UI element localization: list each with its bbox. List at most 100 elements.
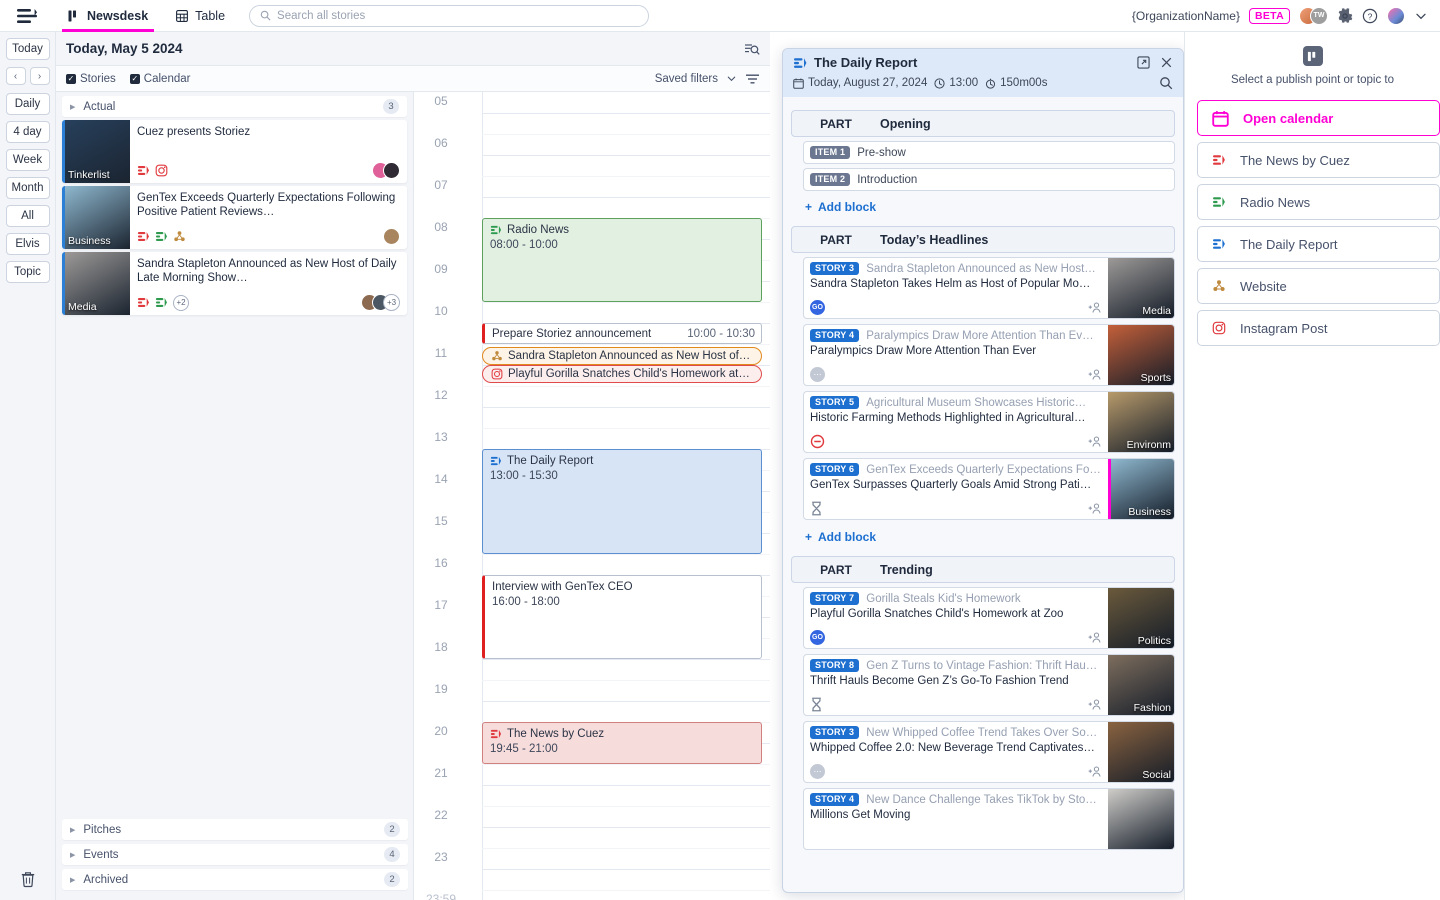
calendar-story-pill[interactable]: Sandra Stapleton Announced as New Host o…	[482, 347, 762, 366]
rundown-story-row[interactable]: STORY 3 New Whipped Coffee Trend Takes Ov…	[803, 721, 1175, 783]
tab-table[interactable]: Table	[162, 0, 239, 32]
publish-point-the-news-by-cuez[interactable]: The News by Cuez	[1197, 142, 1440, 178]
rundown-story-row[interactable]: STORY 6 GenTex Exceeds Quarterly Expectat…	[803, 458, 1175, 520]
search-input[interactable]	[277, 9, 639, 22]
rundown-story-row[interactable]: STORY 3 Sandra Stapleton Announced as New…	[803, 257, 1175, 319]
search-box[interactable]	[249, 4, 650, 27]
tab-newsdesk[interactable]: Newsdesk	[54, 0, 162, 32]
calendar-hour-label: 06	[434, 136, 448, 150]
calendar-event[interactable]: The News by Cuez 19:45 - 21:00	[482, 722, 762, 764]
add-person-icon[interactable]	[1088, 502, 1102, 515]
rundown-story-row[interactable]: STORY 5 Agricultural Museum Showcases His…	[803, 391, 1175, 453]
saved-filters-dropdown[interactable]: Saved filters	[655, 73, 718, 85]
calendar-task[interactable]: Interview with GenTex CEO 16:00 - 18:00	[482, 575, 762, 659]
add-person-icon[interactable]	[1088, 698, 1102, 711]
chevron-down-icon[interactable]	[726, 73, 737, 84]
add-block-button[interactable]: + Add block	[805, 525, 1175, 549]
collaborator-avatars[interactable]: TW	[1299, 6, 1328, 25]
calendar-event[interactable]: Radio News 08:00 - 10:00	[482, 218, 762, 302]
add-block-button[interactable]: + Add block	[805, 195, 1175, 219]
story-assignees[interactable]	[383, 228, 400, 245]
view-mode-daily[interactable]: Daily	[5, 93, 50, 115]
calendar-story-pill[interactable]: Playful Gorilla Snatches Child's Homewor…	[482, 365, 762, 383]
chevron-down-icon[interactable]	[1414, 9, 1428, 23]
view-mode-elvis[interactable]: Elvis	[5, 233, 50, 255]
rundown-story-main: STORY 4 Paralympics Draw More Attention T…	[804, 325, 1108, 385]
add-person-icon[interactable]	[1088, 368, 1102, 381]
filter-bar-right: Saved filters	[655, 73, 760, 85]
publish-point-the-daily-report[interactable]: The Daily Report	[1197, 226, 1440, 262]
filter-stories-checkbox[interactable]: ✓ Stories	[66, 73, 116, 85]
view-mode-week[interactable]: Week	[5, 149, 50, 171]
publish-point-label: Radio News	[1240, 194, 1311, 210]
story-card-footer	[137, 228, 400, 245]
rundown-item[interactable]: ITEM 2 Introduction	[803, 168, 1175, 191]
story-group-0[interactable]: ▶ Actual 3	[62, 96, 407, 117]
close-icon[interactable]	[1160, 56, 1173, 69]
panel-header-actions	[744, 41, 760, 57]
bottom-group-2[interactable]: ▶ Archived 2	[62, 869, 408, 890]
publish-point-instagram-post[interactable]: Instagram Post	[1197, 310, 1440, 346]
story-topic-tag: Environm	[1126, 439, 1171, 451]
table-icon	[176, 9, 189, 22]
publish-point-radio-news[interactable]: Radio News	[1197, 184, 1440, 220]
filter-icon[interactable]	[745, 73, 760, 85]
story-assignees[interactable]: +3	[361, 294, 400, 311]
menu-logo-icon[interactable]	[0, 0, 54, 32]
rundown-story-row[interactable]: STORY 7 Gorilla Steals Kid's Homework Play…	[803, 587, 1175, 649]
gear-icon[interactable]	[1337, 7, 1353, 24]
bottom-group-0[interactable]: ▶ Pitches 2	[62, 819, 408, 840]
task-title: Prepare Storiez announcement	[492, 327, 652, 340]
more-publish-points[interactable]: +2	[173, 294, 189, 311]
add-person-icon[interactable]	[1088, 301, 1102, 314]
rundown-item[interactable]: ITEM 1 Pre-show	[803, 141, 1175, 164]
today-button[interactable]: Today	[5, 38, 50, 60]
view-mode-month[interactable]: Month	[5, 177, 50, 199]
story-card[interactable]: Media Sandra Stapleton Announced as New H…	[62, 252, 407, 315]
add-person-icon[interactable]	[1088, 435, 1102, 448]
part-label: PART	[820, 562, 852, 577]
publish-point-label: The News by Cuez	[1240, 152, 1350, 168]
filter-calendar-label: Calendar	[143, 72, 191, 85]
rundown-story-main: STORY 6 GenTex Exceeds Quarterly Expectat…	[804, 459, 1108, 519]
add-person-icon[interactable]	[1088, 765, 1102, 778]
avatar[interactable]	[1387, 6, 1405, 25]
add-person-icon[interactable]	[1088, 631, 1102, 644]
filter-calendar-checkbox[interactable]: ✓ Calendar	[129, 72, 191, 85]
prev-date-button[interactable]: ‹	[5, 67, 26, 85]
story-assignees[interactable]	[372, 162, 400, 179]
cuez-green-icon	[155, 296, 168, 309]
rundown-part-header[interactable]: PART Opening	[791, 110, 1175, 137]
calendar-hour-line	[482, 155, 770, 156]
trash-icon[interactable]	[0, 870, 56, 888]
calendar-hour-label: 12	[434, 388, 448, 402]
publish-point-open-calendar[interactable]: Open calendar	[1197, 100, 1440, 136]
publish-point-website[interactable]: Website	[1197, 268, 1440, 304]
story-badge: STORY 4	[810, 329, 860, 342]
calendar[interactable]: 05 06 07 08 09 10 11 12 13 14 15 16 17 18 19 20 21 22 23 23…	[414, 92, 770, 900]
view-mode-topic[interactable]: Topic	[5, 261, 50, 283]
rundown-search-icon[interactable]	[1159, 76, 1173, 90]
avatar-overflow[interactable]: +3	[383, 294, 400, 311]
view-mode-4-day[interactable]: 4 day	[5, 121, 50, 143]
item-badge: ITEM 2	[810, 173, 851, 186]
rundown-story-row[interactable]: STORY 4 Paralympics Draw More Attention T…	[803, 324, 1175, 386]
story-thumbnail: Sports	[1108, 325, 1174, 385]
search-settings-icon[interactable]	[744, 41, 760, 57]
view-mode-all[interactable]: All	[5, 205, 50, 227]
rundown-story-row[interactable]: STORY 8 Gen Z Turns to Vintage Fashion: T…	[803, 654, 1175, 716]
story-card[interactable]: Business GenTex Exceeds Quarterly Expecta…	[62, 186, 407, 249]
story-headline: Millions Get Moving	[810, 809, 911, 821]
rundown-story-row[interactable]: STORY 4 New Dance Challenge Takes TikTok …	[803, 788, 1175, 850]
rundown-part-header[interactable]: PART Today’s Headlines	[791, 226, 1175, 253]
open-external-icon[interactable]	[1137, 56, 1150, 69]
rundown-story-top: STORY 8 Gen Z Turns to Vintage Fashion: T…	[810, 659, 1102, 672]
calendar-event[interactable]: The Daily Report 13:00 - 15:30	[482, 449, 762, 554]
help-icon[interactable]: ?	[1362, 8, 1378, 24]
calendar-task[interactable]: Prepare Storiez announcement 10:00 - 10:3…	[482, 323, 762, 344]
story-card[interactable]: Tinkerlist Cuez presents Storiez	[62, 120, 407, 183]
app-root: Newsdesk Table Search all stories {Organ…	[0, 0, 1440, 900]
next-date-button[interactable]: ›	[29, 67, 50, 85]
rundown-part-header[interactable]: PART Trending	[791, 556, 1175, 583]
bottom-group-1[interactable]: ▶ Events 4	[62, 844, 408, 865]
